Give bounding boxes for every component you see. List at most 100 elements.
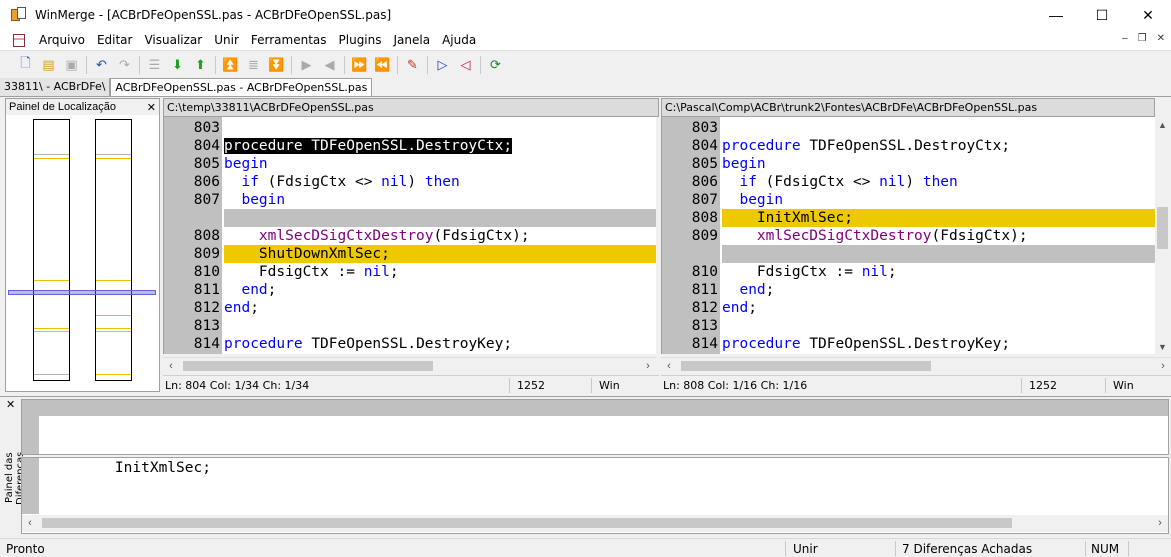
mdi-minimize-icon[interactable]: – [1122, 33, 1128, 44]
copy-all-left-icon[interactable]: ⏪ [371, 54, 394, 76]
line-number: 805 [691, 156, 718, 172]
code-line[interactable]: 810 FdsigCtx := nil; [662, 263, 1155, 281]
redo-icon[interactable]: ↷ [113, 54, 136, 76]
location-pane-close-icon[interactable]: ✕ [147, 101, 156, 114]
scroll-right-icon[interactable]: › [1155, 358, 1171, 374]
open-icon[interactable]: ▤ [37, 54, 60, 76]
code-line[interactable]: 812 end; [662, 299, 1155, 317]
status-numlock: NUM [1091, 542, 1120, 556]
copy-right-icon[interactable]: ▶ [295, 54, 318, 76]
diff-pane-horizontal-scrollbar[interactable]: ‹ › [22, 515, 1168, 532]
copy-left-icon[interactable]: ◀ [318, 54, 341, 76]
left-eol: Win [599, 379, 620, 392]
diff-pane-title: Painel das Diferenças [4, 451, 26, 504]
code-line[interactable]: 809 xmlSecDSigCtxDestroy(FdsigCtx); [662, 227, 1155, 245]
last-diff-icon[interactable]: ⏬ [265, 54, 288, 76]
first-diff-icon[interactable]: ⏫ [219, 54, 242, 76]
code-line[interactable]: 807 begin [662, 191, 1155, 209]
mdi-restore-icon[interactable]: ❐ [1138, 33, 1147, 44]
code-line[interactable]: 803 [164, 119, 656, 137]
scrollbar-thumb[interactable] [183, 361, 433, 371]
scroll-right-icon[interactable]: › [640, 358, 656, 374]
code-line[interactable]: 813 [662, 317, 1155, 335]
scroll-up-icon[interactable]: ▲ [1155, 117, 1170, 132]
maximize-button[interactable]: ☐ [1079, 0, 1125, 30]
current-diff-icon[interactable]: ≣ [242, 54, 265, 76]
code-line[interactable] [662, 245, 1155, 263]
code-line[interactable]: 808 InitXmlSec; [662, 209, 1155, 227]
options-icon[interactable]: ☰ [143, 54, 166, 76]
diff-pane-top[interactable] [21, 399, 1169, 455]
menu-unir[interactable]: Unir [208, 33, 245, 47]
code-line[interactable]: 814 procedure TDFeOpenSSL.DestroyKey; [164, 335, 656, 353]
line-number: 808 [691, 210, 718, 226]
location-bar-left[interactable] [33, 119, 70, 381]
code-line[interactable]: 804 procedure TDFeOpenSSL.DestroyCtx; [662, 137, 1155, 155]
edit-icon[interactable]: ✎ [401, 54, 424, 76]
tab-file-compare[interactable]: ACBrDFeOpenSSL.pas - ACBrDFeOpenSSL.pas [110, 78, 373, 96]
scroll-left-icon[interactable]: ‹ [22, 515, 38, 531]
right-horizontal-scrollbar[interactable]: ‹ › [661, 357, 1171, 374]
line-text: if (FdsigCtx <> nil) then [241, 174, 460, 190]
location-bar-right[interactable] [95, 119, 132, 381]
close-button[interactable]: ✕ [1125, 0, 1171, 30]
menu-arquivo[interactable]: Arquivo [33, 33, 91, 47]
refresh-icon[interactable]: ⟳ [484, 54, 507, 76]
code-line[interactable]: 803 [662, 119, 1155, 137]
code-line[interactable]: 805 begin [662, 155, 1155, 173]
code-line[interactable]: 808 xmlSecDSigCtxDestroy(FdsigCtx); [164, 227, 656, 245]
scrollbar-thumb[interactable] [42, 518, 1012, 528]
left-code-pane[interactable]: 803 804 procedure TDFeOpenSSL.DestroyCtx; 8… [163, 117, 656, 354]
new-icon[interactable]: 🗋 [14, 54, 37, 76]
scroll-left-icon[interactable]: ‹ [163, 358, 179, 374]
mdi-close-icon[interactable]: ✕ [1157, 33, 1165, 44]
document-icon[interactable] [13, 33, 25, 47]
code-line[interactable]: 805 begin [164, 155, 656, 173]
menu-plugins[interactable]: Plugins [333, 33, 388, 47]
code-line[interactable]: 813 [164, 317, 656, 335]
code-line[interactable]: 809 ShutDownXmlSec; [164, 245, 656, 263]
code-line[interactable]: 807 begin [164, 191, 656, 209]
line-text: end; [739, 282, 775, 298]
scrollbar-thumb[interactable] [681, 361, 931, 371]
diff-pane-bottom-text: InitXmlSec; [80, 460, 211, 476]
location-viewport-marker[interactable] [8, 290, 156, 295]
undo-icon[interactable]: ↶ [90, 54, 113, 76]
diff-pane-close-icon[interactable]: ✕ [6, 398, 15, 411]
save-icon[interactable]: ▣ [60, 54, 83, 76]
line-number: 805 [193, 156, 220, 172]
right-code-pane[interactable]: 803 804 procedure TDFeOpenSSL.DestroyCtx; 8… [661, 117, 1155, 354]
code-line[interactable] [164, 209, 656, 227]
code-line[interactable]: 806 if (FdsigCtx <> nil) then [164, 173, 656, 191]
left-horizontal-scrollbar[interactable]: ‹ › [163, 357, 656, 374]
copy-all-right-icon[interactable]: ⏩ [348, 54, 371, 76]
menu-visualizar[interactable]: Visualizar [138, 33, 208, 47]
scroll-down-icon[interactable]: ▼ [1155, 339, 1170, 354]
code-line[interactable]: 812 end; [164, 299, 656, 317]
code-line[interactable]: 810 FdsigCtx := nil; [164, 263, 656, 281]
menu-janela[interactable]: Janela [388, 33, 437, 47]
compare-left-icon[interactable]: ◁ [454, 54, 477, 76]
menu-ajuda[interactable]: Ajuda [436, 33, 482, 47]
code-line[interactable]: 806 if (FdsigCtx <> nil) then [662, 173, 1155, 191]
minimize-button[interactable]: — [1033, 0, 1079, 30]
scroll-right-icon[interactable]: › [1152, 515, 1168, 531]
compare-right-icon[interactable]: ▷ [431, 54, 454, 76]
code-line[interactable]: 811 end; [164, 281, 656, 299]
menu-ferramentas[interactable]: Ferramentas [245, 33, 333, 47]
code-line[interactable]: 814 procedure TDFeOpenSSL.DestroyKey; [662, 335, 1155, 353]
scroll-left-icon[interactable]: ‹ [661, 358, 677, 374]
prev-diff-icon[interactable]: ⬆ [189, 54, 212, 76]
line-number: 811 [193, 282, 220, 298]
menu-editar[interactable]: Editar [91, 33, 139, 47]
right-vertical-scrollbar[interactable]: ▲ ▼ [1155, 117, 1170, 354]
code-line[interactable]: 804 procedure TDFeOpenSSL.DestroyCtx; [164, 137, 656, 155]
scrollbar-thumb[interactable] [1157, 207, 1168, 249]
tab-folder-compare[interactable]: 33811\ - ACBrDFe\ [0, 78, 111, 96]
line-text: procedure TDFeOpenSSL.DestroyKey; [722, 336, 1011, 352]
line-number: 812 [193, 300, 220, 316]
title-bar: WinMerge - [ACBrDFeOpenSSL.pas - ACBrDFe… [0, 0, 1171, 30]
diff-pane-bottom[interactable]: InitXmlSec; ‹ › [21, 457, 1169, 534]
next-diff-icon[interactable]: ⬇ [166, 54, 189, 76]
code-line[interactable]: 811 end; [662, 281, 1155, 299]
